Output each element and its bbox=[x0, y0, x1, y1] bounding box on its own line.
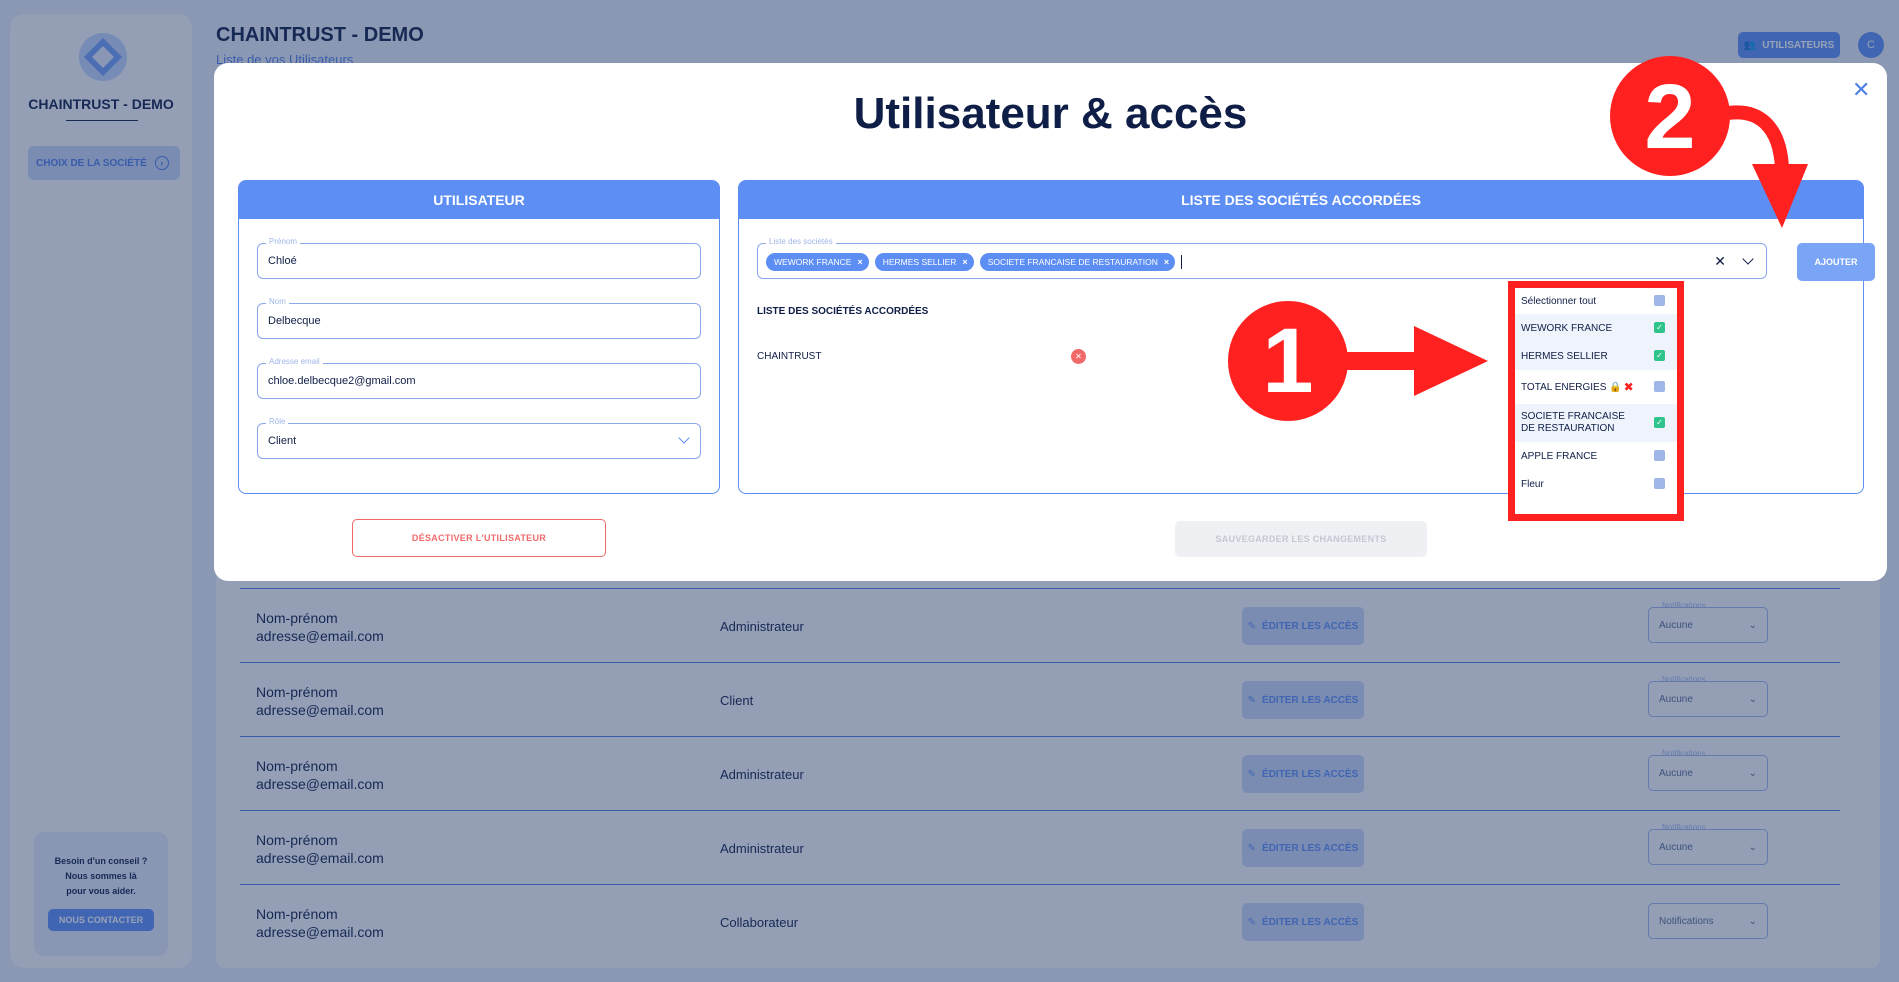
dropdown-option-hermes[interactable]: HERMES SELLIER ✓ bbox=[1515, 342, 1677, 370]
companies-multiselect[interactable]: Liste des sociétés WEWORK FRANCE × HERMES… bbox=[757, 237, 1767, 279]
list-item: CHAINTRUST bbox=[757, 351, 822, 362]
user-panel-header: UTILISATEUR bbox=[239, 181, 719, 219]
role-select[interactable]: Rôle Client bbox=[257, 417, 701, 459]
email-value: chloe.delbecque2@gmail.com bbox=[268, 375, 416, 387]
dropdown-option-fleur[interactable]: Fleur bbox=[1515, 470, 1677, 498]
chip-sfr: SOCIETE FRANCAISE DE RESTAURATION × bbox=[979, 253, 1176, 271]
email-field[interactable]: Adresse email chloe.delbecque2@gmail.com bbox=[257, 357, 701, 399]
dropdown-option-select-all[interactable]: Sélectionner tout bbox=[1515, 288, 1677, 314]
deactivate-user-button[interactable]: DÉSACTIVER L'UTILISATEUR bbox=[352, 519, 606, 557]
add-button[interactable]: AJOUTER bbox=[1797, 243, 1875, 281]
dropdown-option-wework[interactable]: WEWORK FRANCE ✓ bbox=[1515, 314, 1677, 342]
companies-dropdown: Sélectionner tout WEWORK FRANCE ✓ HERMES … bbox=[1508, 281, 1684, 521]
checkbox-checked-icon[interactable]: ✓ bbox=[1654, 322, 1665, 333]
user-panel: UTILISATEUR Prénom Chloé Nom Delbecque A… bbox=[238, 180, 720, 494]
checkbox-checked-icon[interactable]: ✓ bbox=[1654, 350, 1665, 361]
companies-select-label: Liste des sociétés bbox=[766, 237, 836, 246]
save-changes-button[interactable]: SAUVEGARDER LES CHANGEMENTS bbox=[1175, 521, 1427, 557]
annotation-step-2: 2 bbox=[1610, 56, 1808, 228]
firstname-label: Prénom bbox=[266, 237, 301, 246]
cross-icon: ✖ bbox=[1623, 380, 1634, 394]
chip-remove-icon[interactable]: × bbox=[857, 257, 862, 267]
dropdown-option-sfr[interactable]: SOCIETE FRANCAISE DE RESTAURATION ✓ bbox=[1515, 404, 1677, 442]
chip-remove-icon[interactable]: × bbox=[1164, 257, 1169, 267]
firstname-value: Chloé bbox=[268, 255, 297, 267]
lastname-label: Nom bbox=[266, 297, 289, 306]
close-icon[interactable]: ✕ bbox=[1852, 77, 1870, 103]
dropdown-option-total[interactable]: TOTAL ENERGIES 🔒 ✖ bbox=[1515, 370, 1677, 404]
checkbox[interactable] bbox=[1654, 450, 1665, 461]
role-value: Client bbox=[268, 435, 297, 447]
lastname-value: Delbecque bbox=[268, 315, 321, 327]
role-label: Rôle bbox=[266, 417, 289, 426]
remove-icon[interactable]: ✕ bbox=[1071, 349, 1086, 364]
text-caret bbox=[1181, 255, 1183, 269]
clear-icon[interactable]: ✕ bbox=[1714, 253, 1726, 270]
annotation-step-1: 1 bbox=[1228, 301, 1488, 421]
checkbox-checked-icon[interactable]: ✓ bbox=[1654, 417, 1665, 428]
chevron-down-icon bbox=[678, 432, 690, 444]
chip-wework-france: WEWORK FRANCE × bbox=[766, 253, 869, 271]
lastname-field[interactable]: Nom Delbecque bbox=[257, 297, 701, 339]
email-label: Adresse email bbox=[266, 357, 323, 366]
firstname-field[interactable]: Prénom Chloé bbox=[257, 237, 701, 279]
chevron-down-icon[interactable] bbox=[1742, 253, 1754, 265]
dropdown-option-apple[interactable]: APPLE FRANCE bbox=[1515, 442, 1677, 470]
step-1-number: 1 bbox=[1262, 310, 1313, 412]
step-2-number: 2 bbox=[1644, 66, 1695, 168]
checkbox[interactable] bbox=[1654, 381, 1665, 392]
chip-hermes-sellier: HERMES SELLIER × bbox=[874, 253, 974, 271]
selected-chips: WEWORK FRANCE × HERMES SELLIER × SOCIETE F… bbox=[766, 253, 1183, 271]
checkbox[interactable] bbox=[1654, 295, 1665, 306]
chip-remove-icon[interactable]: × bbox=[962, 257, 967, 267]
granted-list-title: LISTE DES SOCIÉTÉS ACCORDÉES bbox=[757, 306, 929, 317]
checkbox[interactable] bbox=[1654, 478, 1665, 489]
